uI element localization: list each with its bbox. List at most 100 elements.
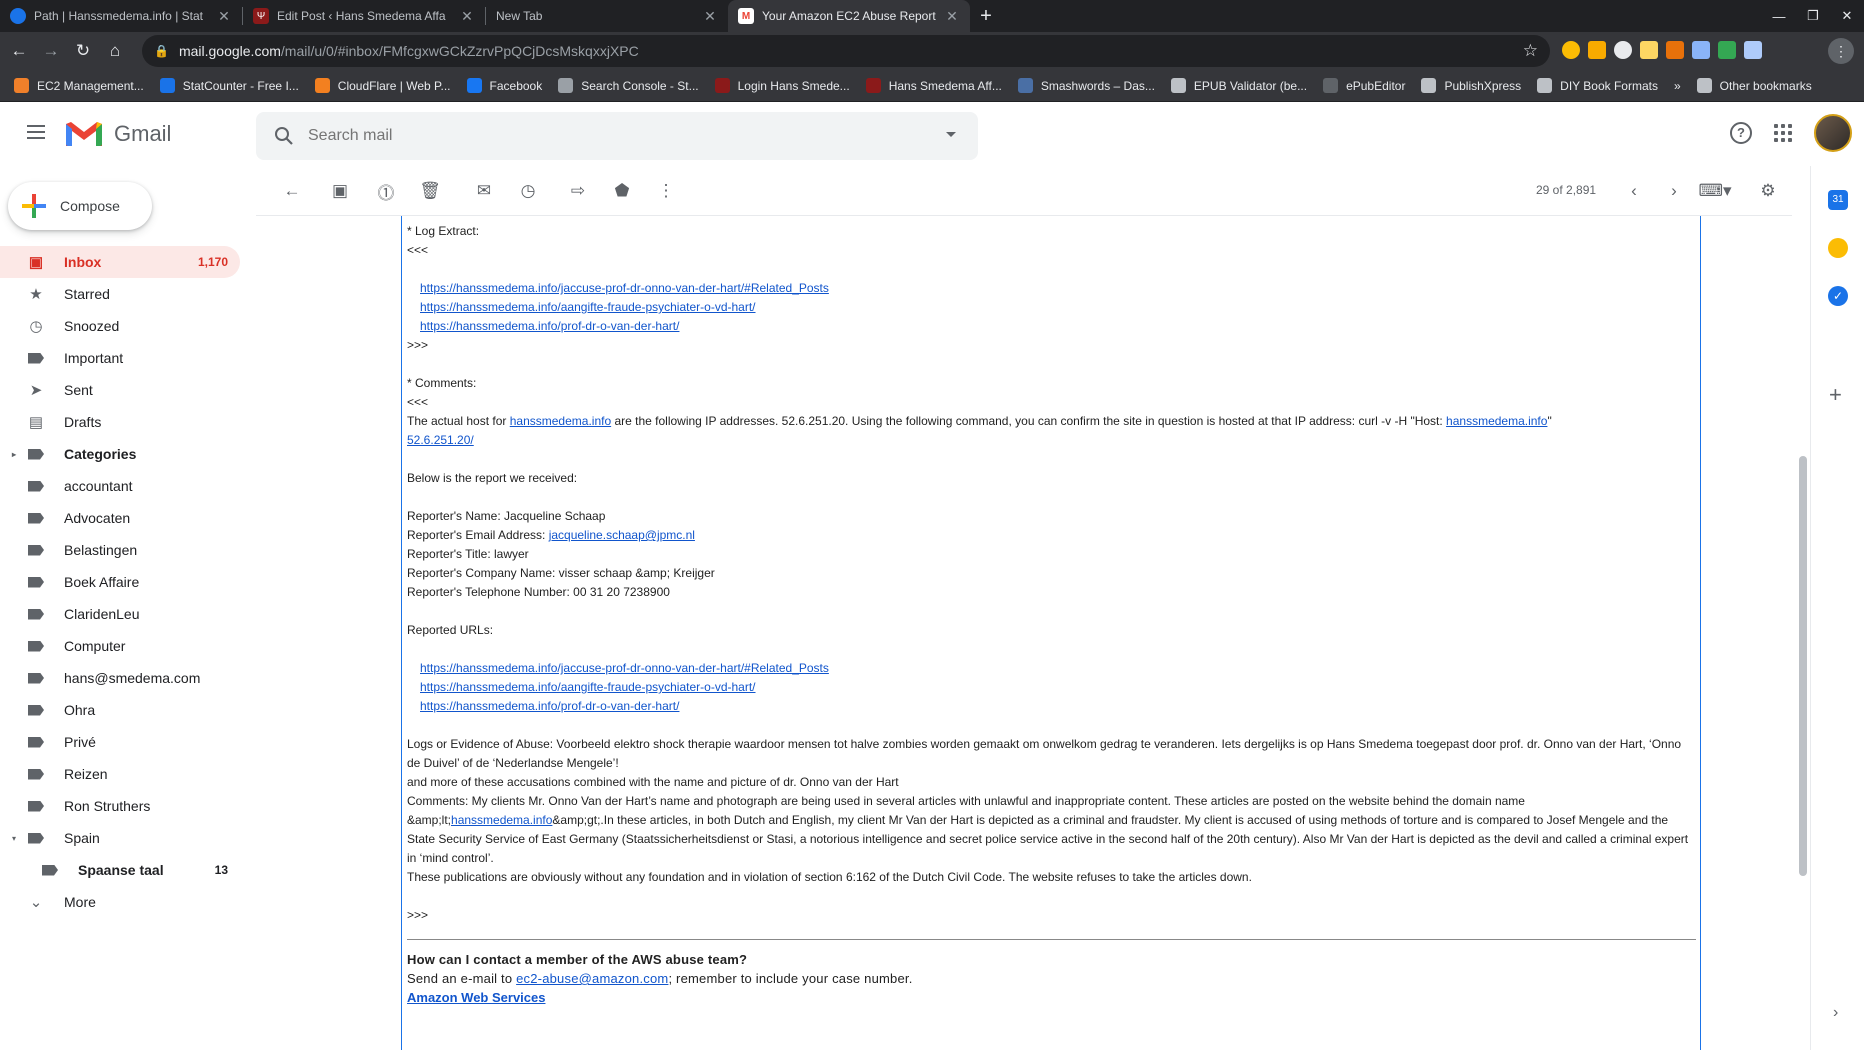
more-bookmarks-button[interactable]: » [1674, 79, 1681, 93]
extension-icon[interactable] [1562, 41, 1580, 59]
sidebar-item-belastingen[interactable]: Belastingen [0, 534, 240, 566]
sidebar-item-spaanse-taal[interactable]: Spaanse taal 13 [0, 854, 240, 886]
browser-tab-0[interactable]: Path | Hanssmedema.info | Stat ✕ [0, 0, 242, 32]
extension-icon[interactable] [1588, 41, 1606, 59]
bookmark-item[interactable]: Login Hans Smede... [714, 78, 850, 93]
bookmark-star-icon[interactable]: ☆ [1523, 41, 1538, 61]
browser-tab-2[interactable]: New Tab ✕ [486, 0, 728, 32]
add-addon-icon[interactable]: + [1829, 382, 1842, 408]
search-bar[interactable] [256, 112, 978, 160]
newer-icon[interactable]: ‹ [1624, 181, 1644, 201]
sidebar-item-accountant[interactable]: accountant [0, 470, 240, 502]
restore-icon[interactable]: ❐ [1796, 0, 1830, 32]
sidebar-item-priv-[interactable]: Privé [0, 726, 240, 758]
expand-icon[interactable]: ▸ [12, 450, 16, 459]
extension-icon[interactable] [1744, 41, 1762, 59]
settings-gear-icon[interactable]: ⚙ [1758, 181, 1778, 201]
reporter-email-link[interactable]: jacqueline.schaap@jpmc.nl [549, 528, 695, 542]
scrollbar-thumb[interactable] [1799, 456, 1807, 876]
extension-icon[interactable] [1666, 41, 1684, 59]
browser-menu-icon[interactable]: ⋮ [1828, 38, 1854, 64]
bookmark-item[interactable]: EC2 Management... [14, 78, 144, 93]
sidebar-item-hans-smedema-com[interactable]: hans@smedema.com [0, 662, 240, 694]
sidebar-item-ron-struthers[interactable]: Ron Struthers [0, 790, 240, 822]
delete-icon[interactable]: 🗑 [419, 181, 441, 201]
bookmark-item[interactable]: StatCounter - Free I... [159, 78, 299, 93]
older-icon[interactable]: › [1664, 181, 1684, 201]
labels-icon[interactable]: ⬟ [612, 181, 632, 201]
calendar-icon[interactable]: 31 [1828, 190, 1848, 210]
close-window-icon[interactable]: ✕ [1830, 0, 1864, 32]
gmail-logo[interactable]: Gmail [64, 120, 171, 148]
sidebar-item-spain[interactable]: ▾ Spain [0, 822, 240, 854]
sidebar-item-boek-affaire[interactable]: Boek Affaire [0, 566, 240, 598]
log-url-link[interactable]: https://hanssmedema.info/prof-dr-o-van-d… [420, 319, 679, 333]
new-tab-button[interactable]: + [970, 5, 1002, 28]
compose-button[interactable]: Compose [8, 182, 152, 230]
bookmark-item[interactable]: DIY Book Formats [1537, 78, 1658, 93]
host-link[interactable]: hanssmedema.info [1446, 414, 1547, 428]
reported-url-link[interactable]: https://hanssmedema.info/aangifte-fraude… [420, 680, 756, 694]
ip-link[interactable]: 52.6.251.20/ [407, 433, 474, 447]
close-icon[interactable]: ✕ [459, 8, 475, 25]
more-options-icon[interactable]: ⋮ [656, 181, 676, 201]
browser-tab-3[interactable]: M Your Amazon EC2 Abuse Report ✕ [728, 0, 970, 32]
search-options-icon[interactable] [946, 132, 956, 137]
sidebar-item-advocaten[interactable]: Advocaten [0, 502, 240, 534]
extension-icon[interactable] [1692, 41, 1710, 59]
keep-icon[interactable] [1828, 238, 1848, 258]
other-bookmarks-folder[interactable]: Other bookmarks [1696, 78, 1812, 93]
extension-icon[interactable] [1718, 41, 1736, 59]
sidebar-item-claridenleu[interactable]: ClaridenLeu [0, 598, 240, 630]
scrollbar[interactable] [1796, 216, 1810, 1050]
expand-panel-icon[interactable]: › [1833, 1004, 1838, 1022]
aws-link[interactable]: Amazon Web Services [407, 990, 545, 1005]
avatar[interactable] [1814, 114, 1852, 152]
forward-icon[interactable]: → [38, 38, 64, 64]
close-icon[interactable]: ✕ [702, 8, 718, 25]
sidebar-item-snoozed[interactable]: ◷ Snoozed [0, 310, 240, 342]
sidebar-item-computer[interactable]: Computer [0, 630, 240, 662]
home-icon[interactable]: ⌂ [102, 38, 128, 64]
bookmark-item[interactable]: Hans Smedema Aff... [865, 78, 1002, 93]
help-icon[interactable]: ? [1730, 122, 1752, 144]
back-to-inbox-icon[interactable]: ← [282, 181, 302, 201]
collapse-icon[interactable]: ▾ [12, 834, 16, 843]
apps-grid-icon[interactable] [1774, 124, 1792, 142]
log-url-link[interactable]: https://hanssmedema.info/jaccuse-prof-dr… [420, 281, 829, 295]
log-url-link[interactable]: https://hanssmedema.info/aangifte-fraude… [420, 300, 756, 314]
extension-icon[interactable] [1640, 41, 1658, 59]
sidebar-item-important[interactable]: Important [0, 342, 240, 374]
minimize-icon[interactable]: — [1762, 0, 1796, 32]
move-to-icon[interactable]: ⇨ [568, 181, 588, 201]
browser-tab-1[interactable]: Ψ Edit Post ‹ Hans Smedema Affa ✕ [243, 0, 485, 32]
sidebar-item-starred[interactable]: ★ Starred [0, 278, 240, 310]
bookmark-item[interactable]: PublishXpress [1421, 78, 1521, 93]
bookmark-item[interactable]: Smashwords – Das... [1017, 78, 1155, 93]
bookmark-item[interactable]: ePubEditor [1323, 78, 1405, 93]
abuse-email-link[interactable]: ec2-abuse@amazon.com [516, 971, 668, 986]
sidebar-item-sent[interactable]: ➤ Sent [0, 374, 240, 406]
reload-icon[interactable]: ↻ [70, 38, 96, 64]
search-icon[interactable] [274, 126, 294, 146]
snooze-icon[interactable]: ◷ [518, 181, 538, 201]
input-tools-icon[interactable]: ⌨▾ [1698, 181, 1731, 201]
bookmark-item[interactable]: EPUB Validator (be... [1170, 78, 1307, 93]
host-link[interactable]: hanssmedema.info [510, 414, 611, 428]
sidebar-item-reizen[interactable]: Reizen [0, 758, 240, 790]
mark-unread-icon[interactable]: ✉ [474, 181, 494, 201]
bookmark-item[interactable]: CloudFlare | Web P... [314, 78, 451, 93]
tasks-icon[interactable]: ✓ [1828, 286, 1848, 306]
extension-icon[interactable] [1614, 41, 1632, 59]
close-icon[interactable]: ✕ [216, 8, 232, 25]
sidebar-item-drafts[interactable]: ▤ Drafts [0, 406, 240, 438]
sidebar-item-more[interactable]: ⌄ More [0, 886, 240, 918]
address-bar[interactable]: 🔒 mail.google.com/mail/u/0/#inbox/FMfcgx… [142, 35, 1550, 67]
bookmark-item[interactable]: Search Console - St... [558, 78, 699, 93]
domain-link[interactable]: hanssmedema.info [451, 813, 552, 827]
report-spam-icon[interactable]: ⓵ [376, 181, 396, 203]
close-icon[interactable]: ✕ [944, 8, 960, 25]
sidebar-item-inbox[interactable]: ▣ Inbox 1,170 [0, 246, 240, 278]
main-menu-icon[interactable] [24, 122, 48, 146]
search-input[interactable] [308, 127, 908, 145]
